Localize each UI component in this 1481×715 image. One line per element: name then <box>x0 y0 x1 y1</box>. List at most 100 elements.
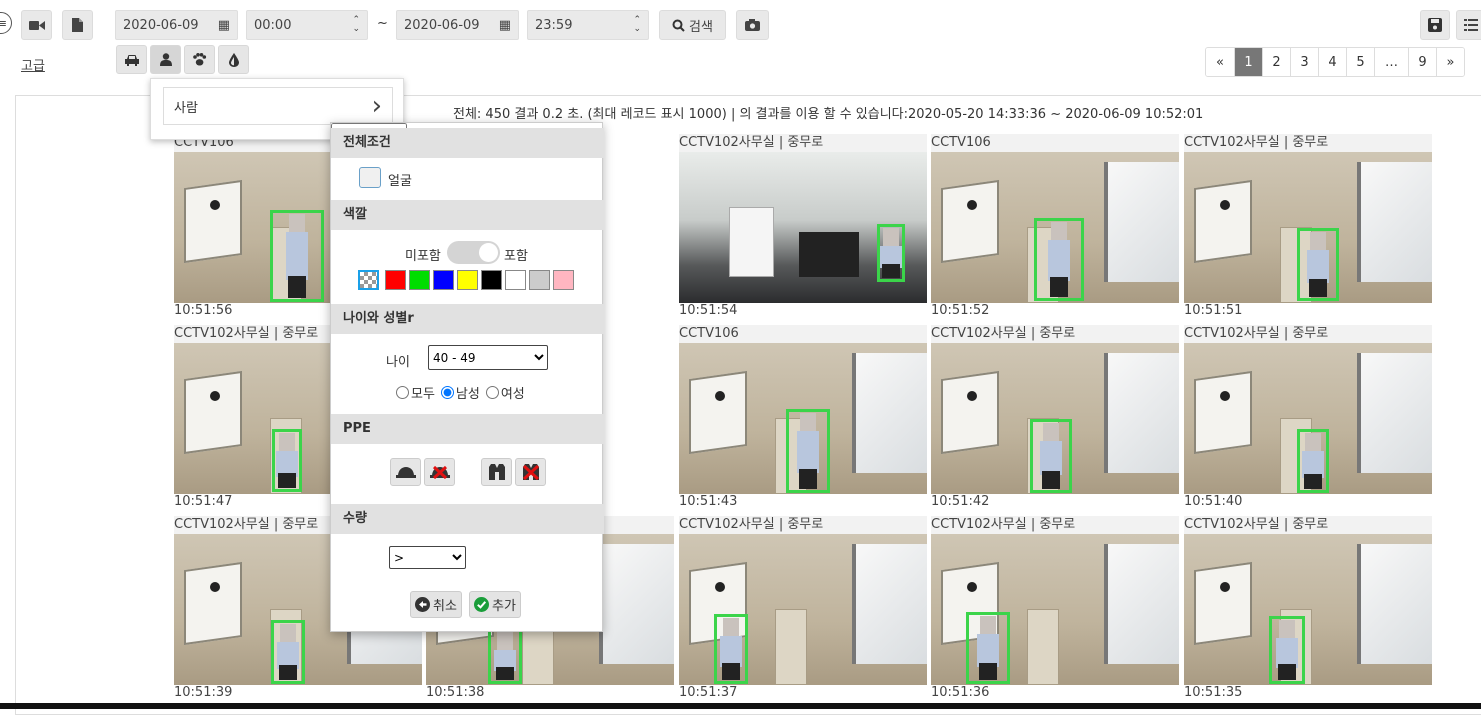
snapshot-image <box>1184 343 1432 494</box>
page-link[interactable]: 3 <box>1290 48 1318 76</box>
helmet-icon <box>395 467 416 478</box>
person-filter-popup: 전체조건 얼굴 색깔 미포함 포함 나이와 성별r 나이 40 - 49 모두 … <box>330 122 604 632</box>
start-date-value: 2020-06-09 <box>123 17 199 33</box>
helmet-button[interactable] <box>390 458 421 486</box>
add-button[interactable]: 추가 <box>469 591 521 618</box>
timestamp-label: 10:51:51 <box>1184 303 1243 318</box>
color-swatch[interactable] <box>529 270 550 290</box>
detection-box <box>1297 429 1329 493</box>
page-link[interactable]: 4 <box>1318 48 1346 76</box>
color-filter-button[interactable] <box>218 45 249 74</box>
search-button[interactable]: 검색 <box>659 10 726 40</box>
window-bottom-edge <box>0 703 1481 709</box>
snapshot-image <box>679 534 927 685</box>
spinner-icon: ⌃ ⌄ <box>352 15 360 34</box>
detection-box <box>488 628 522 684</box>
gender-all-radio[interactable] <box>396 386 409 399</box>
chevron-right-icon: › <box>371 91 382 121</box>
gender-all-label: 모두 <box>411 387 435 402</box>
color-swatch[interactable] <box>457 270 478 290</box>
quantity-operator-select[interactable]: > <box>389 546 466 569</box>
start-time-value: 00:00 <box>254 17 292 33</box>
include-toggle[interactable] <box>447 241 500 264</box>
search-icon <box>672 19 685 32</box>
page-link[interactable]: 1 <box>1234 48 1262 76</box>
result-thumbnail[interactable]: CCTV102사무실 | 중무로 10:51:51 <box>1184 134 1432 319</box>
spinner-icon: ⌃ ⌄ <box>633 15 641 34</box>
timestamp-label: 10:51:40 <box>1184 494 1243 509</box>
snapshot-image <box>931 343 1179 494</box>
all-conditions-header: 전체조건 <box>331 128 604 158</box>
list-icon <box>1464 19 1478 31</box>
start-time-field[interactable]: 00:00 ⌃ ⌄ <box>246 10 368 40</box>
color-swatch-all[interactable] <box>358 270 379 290</box>
no-helmet-icon <box>429 465 450 479</box>
cancel-button[interactable]: 취소 <box>410 591 462 618</box>
video-mode-button[interactable] <box>21 10 52 40</box>
result-thumbnail[interactable]: CCTV102사무실 | 중무로 10:51:35 <box>1184 516 1432 701</box>
gender-radio-group: 모두 남성 여성 <box>396 383 525 402</box>
page-link[interactable]: » <box>1436 48 1464 76</box>
result-thumbnail[interactable]: CCTV106 10:51:52 <box>931 134 1179 319</box>
vehicle-filter-button[interactable] <box>116 45 147 74</box>
result-thumbnail[interactable]: CCTV106 10:51:43 <box>679 325 927 510</box>
toggle-knob <box>479 243 498 262</box>
snapshot-button[interactable] <box>736 10 769 40</box>
animal-filter-button[interactable] <box>184 45 215 74</box>
advanced-link[interactable]: 고급 <box>21 55 45 74</box>
result-thumbnail[interactable]: CCTV102사무실 | 중무로 10:51:54 <box>679 134 927 319</box>
save-button[interactable] <box>1420 10 1450 40</box>
list-view-button[interactable] <box>1456 10 1481 40</box>
vest-icon <box>488 464 505 480</box>
page-link[interactable]: 5 <box>1346 48 1374 76</box>
no-vest-button[interactable] <box>515 458 546 486</box>
detection-box <box>1034 218 1084 301</box>
exclude-label: 미포함 <box>405 249 441 264</box>
gender-female-radio[interactable] <box>485 386 499 399</box>
category-item-person[interactable]: 사람 › <box>163 87 393 125</box>
page-link[interactable]: 9 <box>1408 48 1436 76</box>
result-thumbnail[interactable]: CCTV102사무실 | 중무로 10:51:36 <box>931 516 1179 701</box>
result-thumbnail[interactable]: CCTV102사무실 | 중무로 10:51:42 <box>931 325 1179 510</box>
camera-label: CCTV102사무실 | 중무로 <box>1184 516 1432 534</box>
add-label: 추가 <box>492 599 516 614</box>
start-date-field[interactable]: 2020-06-09 ▦ <box>115 10 238 40</box>
timestamp-label: 10:51:42 <box>931 494 990 509</box>
vest-button[interactable] <box>481 458 512 486</box>
face-label: 얼굴 <box>388 174 412 189</box>
no-helmet-button[interactable] <box>424 458 455 486</box>
age-label: 나이 <box>386 355 410 370</box>
color-swatch[interactable] <box>481 270 502 290</box>
color-swatch[interactable] <box>505 270 526 290</box>
detection-box <box>966 612 1010 684</box>
document-button[interactable] <box>62 10 93 40</box>
detection-box <box>786 409 830 493</box>
color-swatch[interactable] <box>433 270 454 290</box>
calendar-icon: ▦ <box>217 17 230 33</box>
color-swatch[interactable] <box>385 270 406 290</box>
age-select[interactable]: 40 - 49 <box>428 345 548 370</box>
page-link[interactable]: 2 <box>1262 48 1290 76</box>
detection-box <box>272 429 302 492</box>
result-thumbnail[interactable]: CCTV102사무실 | 중무로 10:51:37 <box>679 516 927 701</box>
result-thumbnail[interactable]: CCTV102사무실 | 중무로 10:51:40 <box>1184 325 1432 510</box>
drop-icon <box>228 52 239 67</box>
color-swatch[interactable] <box>409 270 430 290</box>
end-date-field[interactable]: 2020-06-09 ▦ <box>396 10 519 40</box>
age-gender-header: 나이와 성별r <box>331 304 604 334</box>
detection-box <box>270 210 324 302</box>
pagination: «1 2 3 4 5… 9» <box>1205 47 1465 77</box>
gender-male-radio[interactable] <box>440 386 454 399</box>
color-swatch[interactable] <box>553 270 574 290</box>
menu-toggle-icon[interactable]: ≡ <box>0 12 12 34</box>
face-checkbox[interactable] <box>359 167 381 188</box>
person-filter-button[interactable] <box>150 45 181 74</box>
timestamp-label: 10:51:37 <box>679 685 738 700</box>
cancel-label: 취소 <box>433 599 457 614</box>
timestamp-label: 10:51:43 <box>679 494 738 509</box>
end-time-value: 23:59 <box>535 17 573 33</box>
end-time-field[interactable]: 23:59 ⌃ ⌄ <box>527 10 649 40</box>
page-link[interactable]: … <box>1374 48 1408 76</box>
page-link[interactable]: « <box>1206 48 1234 76</box>
timestamp-label: 10:51:39 <box>174 685 233 700</box>
